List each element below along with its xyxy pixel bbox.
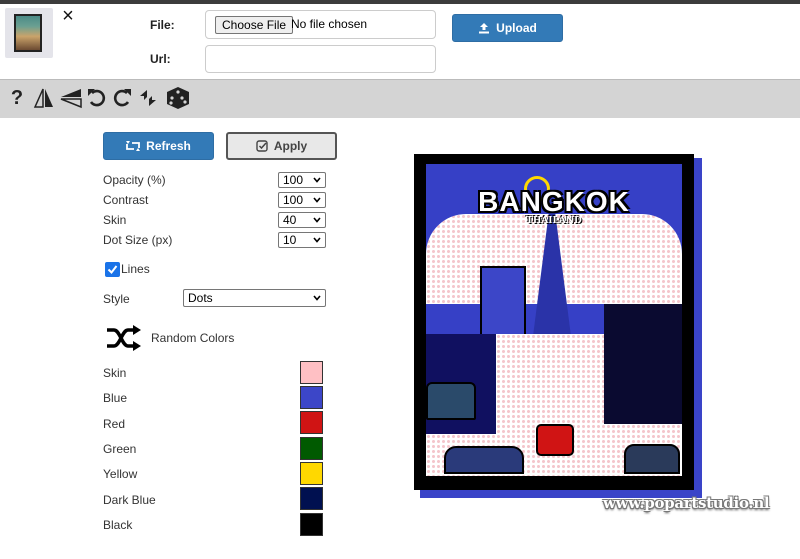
rotate-left-icon[interactable] bbox=[86, 86, 108, 110]
upload-button[interactable]: Upload bbox=[452, 14, 563, 42]
apply-button[interactable]: Apply bbox=[226, 132, 337, 160]
chevron-down-icon bbox=[313, 295, 321, 301]
dot-size-value: 10 bbox=[283, 233, 297, 247]
image-thumbnail[interactable] bbox=[5, 8, 53, 58]
style-label: Style bbox=[103, 292, 130, 306]
skin-value: 40 bbox=[283, 213, 297, 227]
color-label-skin: Skin bbox=[103, 366, 127, 380]
chevron-down-icon bbox=[313, 177, 321, 183]
file-label: File: bbox=[150, 18, 175, 32]
preview-title: BANGKOK bbox=[478, 186, 630, 217]
style-value: Dots bbox=[188, 291, 213, 305]
color-label-dark-blue: Dark Blue bbox=[103, 493, 156, 507]
color-swatch-yellow[interactable] bbox=[300, 462, 323, 485]
thumbnail-picture bbox=[14, 14, 42, 52]
popart-preview-image: BANGKOK THAILAND bbox=[414, 154, 694, 490]
rotate-right-icon[interactable] bbox=[111, 86, 133, 110]
refresh-icon bbox=[126, 141, 141, 151]
chevron-down-icon bbox=[313, 237, 321, 243]
refresh-label: Refresh bbox=[146, 139, 191, 153]
apply-label: Apply bbox=[273, 139, 308, 153]
color-label-black: Black bbox=[103, 518, 133, 532]
check-square-icon bbox=[256, 140, 268, 152]
color-label-yellow: Yellow bbox=[103, 467, 138, 481]
opacity-label: Opacity (%) bbox=[103, 173, 166, 187]
shuffle-icon[interactable] bbox=[106, 324, 142, 352]
random-colors-label[interactable]: Random Colors bbox=[151, 331, 234, 345]
color-label-green: Green bbox=[103, 442, 137, 456]
opacity-value: 100 bbox=[283, 173, 304, 187]
preview-red-car bbox=[536, 424, 574, 456]
watermark: www.popartstudio.nl bbox=[603, 494, 770, 512]
opacity-select[interactable]: 100 bbox=[278, 172, 326, 188]
lines-label: Lines bbox=[121, 262, 150, 276]
flip-horizontal-icon[interactable] bbox=[32, 86, 56, 110]
chevron-down-icon bbox=[313, 197, 321, 203]
preview-bus bbox=[426, 382, 476, 420]
dice-icon[interactable] bbox=[164, 86, 192, 110]
color-swatch-black[interactable] bbox=[300, 513, 323, 536]
no-file-text: No file chosen bbox=[291, 17, 368, 31]
color-swatch-red[interactable] bbox=[300, 411, 323, 434]
dot-size-label: Dot Size (px) bbox=[103, 233, 173, 247]
color-label-blue: Blue bbox=[103, 391, 128, 405]
url-input[interactable] bbox=[205, 45, 436, 73]
color-swatch-green[interactable] bbox=[300, 437, 323, 460]
swap-icon[interactable] bbox=[137, 86, 159, 110]
preview-subtitle: THAILAND bbox=[526, 216, 582, 226]
color-label-red: Red bbox=[103, 417, 126, 431]
checkmark-icon bbox=[107, 265, 118, 275]
close-icon[interactable]: × bbox=[60, 6, 76, 26]
preview-right-buildings bbox=[604, 304, 682, 424]
color-swatch-dark-blue[interactable] bbox=[300, 487, 323, 510]
file-input[interactable]: Choose File No file chosen bbox=[205, 10, 436, 39]
choose-file-button[interactable]: Choose File bbox=[215, 16, 294, 34]
color-swatch-skin[interactable] bbox=[300, 361, 323, 384]
toolbar: ? bbox=[0, 79, 800, 118]
url-label: Url: bbox=[150, 52, 171, 66]
help-icon[interactable]: ? bbox=[9, 86, 25, 110]
chevron-down-icon bbox=[313, 217, 321, 223]
style-select[interactable]: Dots bbox=[183, 289, 326, 307]
contrast-value: 100 bbox=[283, 193, 304, 207]
skin-select[interactable]: 40 bbox=[278, 212, 326, 228]
preview-car-right bbox=[624, 444, 680, 474]
upload-icon bbox=[479, 23, 490, 34]
flip-vertical-icon[interactable] bbox=[58, 86, 84, 110]
skin-label: Skin bbox=[103, 213, 127, 227]
dot-size-select[interactable]: 10 bbox=[278, 232, 326, 248]
color-swatch-blue[interactable] bbox=[300, 386, 323, 409]
lines-checkbox[interactable] bbox=[105, 262, 120, 277]
contrast-label: Contrast bbox=[103, 193, 149, 207]
upload-label: Upload bbox=[496, 21, 537, 35]
top-bar bbox=[0, 0, 800, 4]
refresh-button[interactable]: Refresh bbox=[103, 132, 214, 160]
preview-car-left bbox=[444, 446, 524, 474]
contrast-select[interactable]: 100 bbox=[278, 192, 326, 208]
